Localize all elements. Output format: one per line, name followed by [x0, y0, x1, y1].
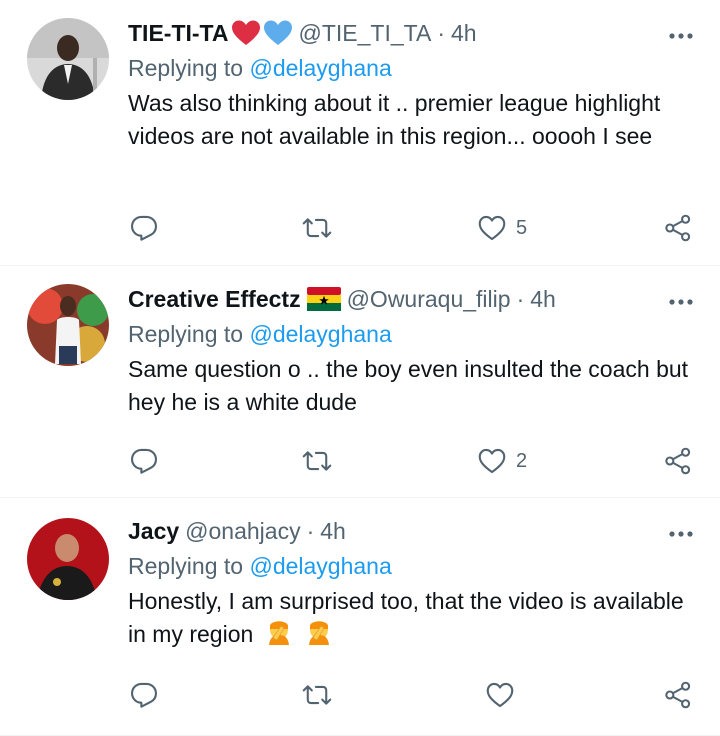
reply-icon: [130, 682, 158, 708]
tweet-header: Jacy @onahjacy · 4h: [128, 516, 696, 546]
separator: ·: [437, 20, 446, 46]
blue-heart-emoji: [263, 19, 293, 47]
facepalm-emoji: [264, 618, 294, 655]
replying-to-link[interactable]: @delayghana: [249, 321, 391, 347]
timestamp[interactable]: 4h: [451, 18, 477, 48]
heart-icon: [478, 215, 506, 241]
replying-to-link[interactable]: @delayghana: [249, 55, 391, 81]
like-count: 2: [516, 449, 528, 472]
replying-to: Replying to @delayghana: [128, 319, 696, 349]
replying-prefix: Replying to: [128, 55, 244, 81]
display-name[interactable]: Jacy: [128, 516, 179, 546]
like-button[interactable]: 2: [478, 441, 527, 481]
reply-icon: [130, 448, 158, 474]
share-icon: [665, 681, 691, 709]
red-heart-emoji: [231, 19, 261, 47]
display-name[interactable]: Creative Effectz: [128, 284, 301, 314]
replying-to-link[interactable]: @delayghana: [249, 553, 391, 579]
tweet-text: Was also thinking about it .. premier le…: [128, 90, 661, 149]
timestamp[interactable]: 4h: [530, 284, 556, 314]
facepalm-emoji: [304, 618, 334, 655]
share-button[interactable]: [664, 208, 692, 248]
timestamp[interactable]: 4h: [320, 516, 346, 546]
like-button[interactable]: [486, 675, 514, 715]
man-in-white-shirt-avatar-image: [27, 284, 109, 366]
reply-button[interactable]: [130, 208, 158, 248]
share-icon: [665, 214, 691, 242]
retweet-button[interactable]: [302, 675, 332, 715]
heart-icon: [486, 682, 514, 708]
replying-to: Replying to @delayghana: [128, 551, 696, 581]
retweet-icon: [302, 451, 332, 471]
reply-icon: [130, 215, 158, 241]
tweet-text: Same question o .. the boy even insulted…: [128, 356, 689, 415]
share-icon: [665, 447, 691, 475]
handle[interactable]: @Owuraqu_filip: [347, 284, 511, 314]
retweet-button[interactable]: [302, 208, 332, 248]
handle[interactable]: @onahjacy: [185, 516, 300, 546]
tweet-actions: 5: [0, 208, 720, 248]
tweet[interactable]: TIE-TI-TA @TIE_TI_TA · 4h Replying to @d…: [0, 0, 720, 266]
reply-button[interactable]: [130, 441, 158, 481]
ghana-flag-emoji: [306, 287, 341, 311]
replying-to: Replying to @delayghana: [128, 53, 696, 83]
more-options-button[interactable]: [664, 290, 698, 314]
share-button[interactable]: [664, 441, 692, 481]
man-red-background-avatar-image: [27, 518, 109, 600]
more-options-button[interactable]: [664, 522, 698, 546]
tweet[interactable]: Creative Effectz @Owuraqu_filip · 4h Rep…: [0, 266, 720, 498]
reply-button[interactable]: [130, 675, 158, 715]
avatar[interactable]: [27, 284, 109, 366]
retweet-icon: [302, 685, 332, 705]
man-in-dark-suit-avatar-image: [27, 18, 109, 100]
heart-icon: [478, 448, 506, 474]
separator: ·: [516, 286, 525, 312]
more-options-button[interactable]: [664, 24, 698, 48]
more-icon: [669, 531, 693, 537]
display-name[interactable]: TIE-TI-TA: [128, 18, 229, 48]
tweet[interactable]: Jacy @onahjacy · 4h Replying to @delaygh…: [0, 498, 720, 736]
separator: ·: [306, 518, 315, 544]
more-icon: [669, 299, 693, 305]
retweet-icon: [302, 218, 332, 238]
tweet-header: TIE-TI-TA @TIE_TI_TA · 4h: [128, 18, 696, 48]
tweet-actions: 2: [0, 441, 720, 481]
share-button[interactable]: [664, 675, 692, 715]
retweet-button[interactable]: [302, 441, 332, 481]
more-icon: [669, 33, 693, 39]
tweet-text-container: Honestly, I am surprised too, that the v…: [128, 585, 696, 655]
like-button[interactable]: 5: [478, 208, 527, 248]
tweet-text: Honestly, I am surprised too, that the v…: [128, 588, 684, 647]
replying-prefix: Replying to: [128, 553, 244, 579]
like-count: 5: [516, 216, 528, 239]
tweet-header: Creative Effectz @Owuraqu_filip · 4h: [128, 284, 696, 314]
handle[interactable]: @TIE_TI_TA: [299, 18, 432, 48]
tweet-actions: [0, 675, 720, 715]
avatar[interactable]: [27, 18, 109, 100]
avatar[interactable]: [27, 518, 109, 600]
replying-prefix: Replying to: [128, 321, 244, 347]
